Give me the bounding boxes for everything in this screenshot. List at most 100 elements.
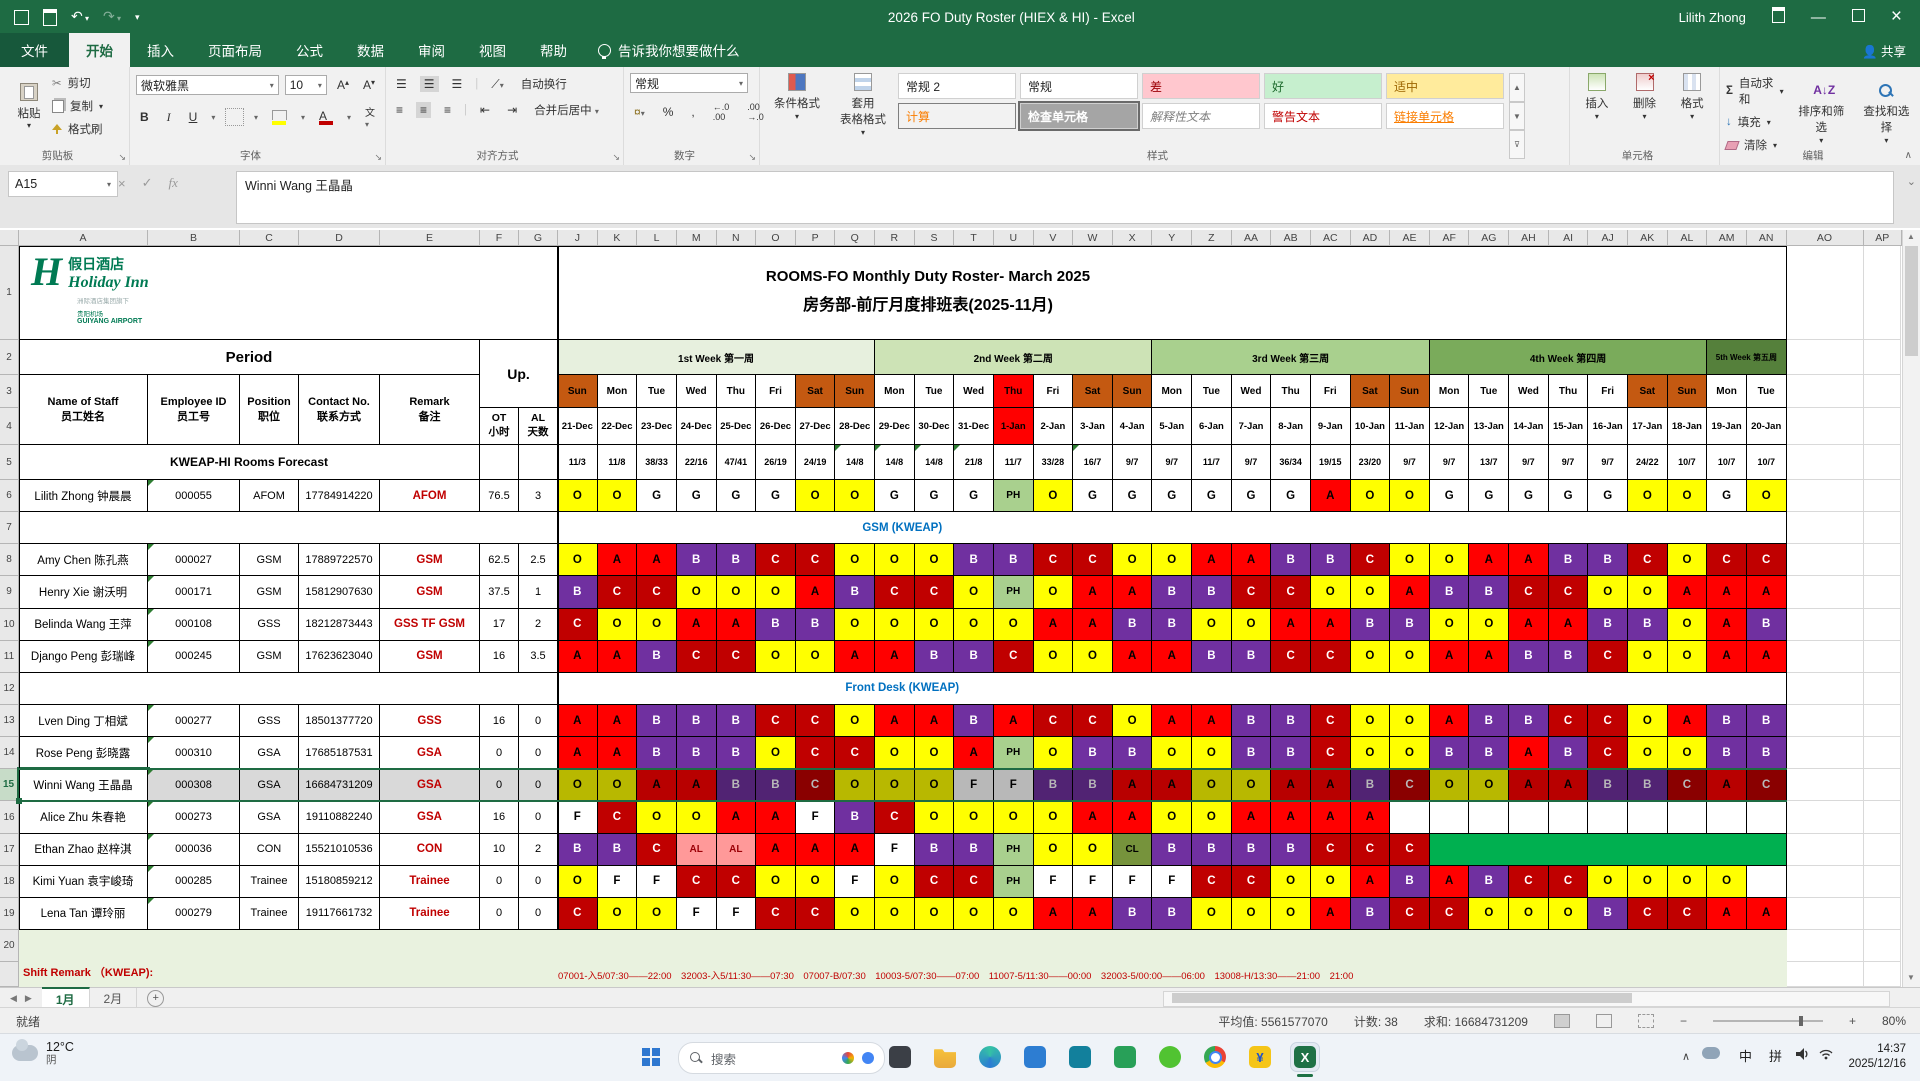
staff-name-cell[interactable]: Lena Tan 谭玲丽: [19, 897, 148, 931]
shift-cell[interactable]: O: [1033, 640, 1074, 673]
date-cell[interactable]: 24-Dec: [676, 408, 717, 445]
shift-cell[interactable]: A: [637, 769, 677, 802]
column-header-E[interactable]: E: [380, 230, 480, 246]
shift-cell[interactable]: A: [1192, 705, 1232, 738]
excel-icon[interactable]: X: [1290, 1042, 1320, 1077]
ot-value-cell[interactable]: 0: [480, 865, 519, 898]
shift-cell[interactable]: G: [954, 480, 994, 513]
remark-cell[interactable]: Trainee: [380, 865, 480, 898]
shift-cell[interactable]: O: [1350, 737, 1391, 770]
date-cell[interactable]: 12-Jan: [1429, 408, 1470, 445]
bold-button[interactable]: B: [136, 109, 153, 125]
day-name-cell[interactable]: Sat: [795, 375, 836, 408]
date-cell[interactable]: 9-Jan: [1310, 408, 1351, 445]
shift-cell[interactable]: O: [993, 608, 1034, 641]
al-value-cell[interactable]: 0: [519, 801, 558, 834]
cell-style-差[interactable]: 差: [1142, 73, 1260, 99]
shift-cell[interactable]: O: [1588, 865, 1628, 898]
shift-cell[interactable]: O: [558, 480, 598, 513]
shift-cell[interactable]: O: [795, 865, 836, 898]
shift-cell[interactable]: O: [558, 544, 598, 577]
shift-cell[interactable]: O: [676, 801, 717, 834]
shift-cell[interactable]: O: [1112, 705, 1153, 738]
comma-button[interactable]: ,: [687, 104, 698, 120]
day-name-cell[interactable]: Wed: [676, 375, 717, 408]
shift-cell[interactable]: A: [1112, 769, 1153, 802]
shift-cell[interactable]: G: [1231, 480, 1272, 513]
shift-cell[interactable]: AL: [716, 833, 757, 866]
al-value-cell[interactable]: 0: [519, 705, 558, 738]
shift-cell[interactable]: B: [914, 640, 955, 673]
date-cell[interactable]: 30-Dec: [914, 408, 955, 445]
borders-button[interactable]: [225, 108, 244, 126]
increase-indent-button[interactable]: ⇥: [503, 102, 521, 118]
clock-widget[interactable]: 14:37 2025/12/16: [1848, 1042, 1906, 1072]
empty-cell[interactable]: [1863, 705, 1901, 738]
staff-name-cell[interactable]: Kimi Yuan 袁宇峻琦: [19, 865, 148, 898]
shift-cell[interactable]: G: [1707, 480, 1747, 513]
shift-cell[interactable]: A: [1667, 705, 1708, 738]
ot-value-cell[interactable]: 17: [480, 608, 519, 641]
shift-cell[interactable]: O: [1390, 544, 1430, 577]
remark-cell[interactable]: GSM: [380, 544, 480, 577]
shift-cell[interactable]: O: [1152, 544, 1193, 577]
shift-cell[interactable]: A: [1469, 640, 1510, 673]
shift-cell[interactable]: A: [1390, 576, 1430, 609]
date-cell[interactable]: 14-Jan: [1509, 408, 1549, 445]
shift-cell[interactable]: C: [1033, 544, 1074, 577]
shift-cell[interactable]: O: [1469, 769, 1510, 802]
tab-scroll-right-icon[interactable]: ▶: [23, 993, 42, 1004]
contact-cell[interactable]: 15812907630: [299, 576, 380, 609]
shift-cell[interactable]: B: [1509, 705, 1549, 738]
forecast-cell[interactable]: 26/19: [756, 445, 796, 480]
column-header-W[interactable]: W: [1073, 230, 1113, 246]
forecast-cell[interactable]: 24/19: [795, 445, 836, 480]
day-name-cell[interactable]: Sun: [835, 375, 876, 408]
shift-cell[interactable]: O: [1746, 480, 1787, 513]
select-all-corner[interactable]: [0, 230, 19, 246]
empty-cell[interactable]: [1863, 480, 1901, 513]
shift-cell[interactable]: A: [1310, 897, 1351, 931]
row-header-9[interactable]: 9: [0, 576, 19, 609]
shift-cell[interactable]: O: [1667, 865, 1708, 898]
shift-cell[interactable]: B: [1192, 640, 1232, 673]
accounting-format-button[interactable]: ¤▾: [630, 104, 649, 120]
shift-cell[interactable]: A: [1152, 769, 1193, 802]
shift-cell[interactable]: B: [1509, 640, 1549, 673]
empty-cell[interactable]: [1786, 737, 1864, 770]
shift-cell[interactable]: A: [1073, 801, 1113, 834]
shift-cell[interactable]: O: [597, 769, 638, 802]
share-button[interactable]: 👤 共享: [1862, 41, 1906, 60]
empty-cell[interactable]: [1863, 672, 1901, 705]
shift-cell[interactable]: O: [1548, 897, 1589, 931]
empty-cell[interactable]: [1786, 512, 1864, 545]
forecast-cell[interactable]: 9/7: [1390, 445, 1430, 480]
cell[interactable]: [480, 445, 519, 480]
forecast-cell[interactable]: 19/15: [1310, 445, 1351, 480]
align-left-button[interactable]: ≡: [392, 102, 407, 118]
vertical-scrollbar-thumb[interactable]: [1905, 246, 1918, 356]
shift-cell[interactable]: O: [835, 480, 876, 513]
delete-cells-button[interactable]: × 删除 ▾: [1624, 72, 1666, 121]
shift-cell[interactable]: B: [1469, 576, 1510, 609]
remark-cell[interactable]: GSM: [380, 640, 480, 673]
shift-cell[interactable]: B: [1073, 737, 1113, 770]
forecast-cell[interactable]: 11/8: [597, 445, 638, 480]
tab-scroll-left-icon[interactable]: ◀: [0, 993, 23, 1004]
al-value-cell[interactable]: 0: [519, 897, 558, 931]
shift-cell[interactable]: C: [1350, 833, 1391, 866]
contact-cell[interactable]: 17623623040: [299, 640, 380, 673]
shift-cell[interactable]: O: [716, 576, 757, 609]
staff-name-cell[interactable]: Rose Peng 彭晓露: [19, 737, 148, 770]
shift-cell[interactable]: PH: [993, 480, 1034, 513]
minimize-button[interactable]: —: [1811, 9, 1826, 26]
shift-cell[interactable]: O: [1231, 897, 1272, 931]
day-name-cell[interactable]: Fri: [1033, 375, 1074, 408]
shift-cell[interactable]: B: [795, 608, 836, 641]
date-cell[interactable]: 21-Dec: [558, 408, 598, 445]
shift-cell[interactable]: B: [676, 705, 717, 738]
shift-cell[interactable]: B: [993, 544, 1034, 577]
contact-cell[interactable]: 18501377720: [299, 705, 380, 738]
remark-cell[interactable]: GSM: [380, 576, 480, 609]
shift-cell[interactable]: C: [1509, 865, 1549, 898]
